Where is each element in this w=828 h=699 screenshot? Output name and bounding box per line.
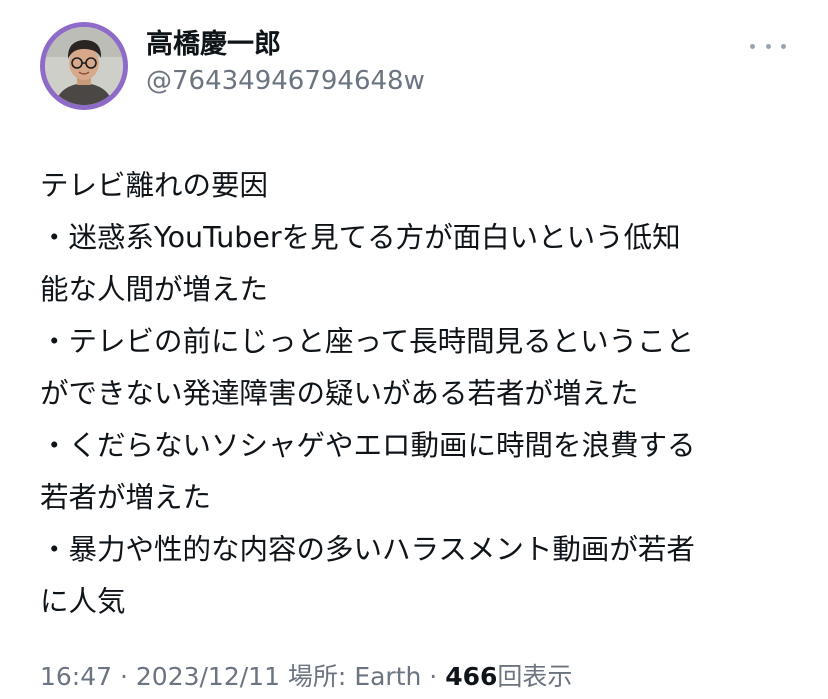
tweet-text-line: ・暴力や性的な内容の多いハラスメント動画が若者: [40, 533, 695, 566]
views-label: 回表示: [497, 662, 573, 691]
meta-separator: ·: [112, 662, 136, 691]
more-horizontal-icon: [750, 43, 755, 49]
more-horizontal-icon-dot-2: [765, 43, 771, 49]
tweet-text-line: テレビ離れの要因: [40, 169, 269, 202]
avatar[interactable]: [40, 22, 128, 110]
views-count[interactable]: 466: [445, 662, 497, 691]
location-label: 場所:: [279, 662, 355, 691]
tweet-text-line: ・くだらないソシャゲやエロ動画に時間を浪費する: [40, 429, 696, 462]
tweet-date[interactable]: 2023/12/11: [136, 662, 280, 691]
tweet-text-line: 若者が増えた: [40, 481, 212, 514]
tweet-text-line: 能な人間が増えた: [40, 273, 269, 306]
meta-separator: ·: [421, 662, 446, 691]
author-info: 高橋慶一郎 @76434946794648w: [146, 28, 425, 98]
tweet-text-line: ができない発達障害の疑いがある若者が増えた: [40, 377, 639, 410]
person-silhouette-icon: [45, 27, 123, 105]
tweet-header: 高橋慶一郎 @76434946794648w: [40, 22, 790, 112]
tweet-text-line: に人気: [40, 585, 126, 618]
user-handle[interactable]: @76434946794648w: [146, 64, 425, 98]
tweet-location: Earth: [354, 662, 422, 691]
avatar-photo: [45, 27, 123, 105]
tweet-text-line: ・迷惑系YouTuberを見てる方が面白いという低知: [40, 221, 681, 254]
tweet-text-line: ・テレビの前にじっと座って長時間見るということ: [40, 325, 695, 358]
display-name[interactable]: 高橋慶一郎: [146, 28, 425, 62]
tweet-text: テレビ離れの要因 ・迷惑系YouTuberを見てる方が面白いという低知 能な人間…: [40, 160, 790, 628]
more-horizontal-icon-dot-3: [781, 43, 786, 49]
tweet-time[interactable]: 16:47: [40, 662, 112, 691]
tweet-metadata: 16:47 · 2023/12/11 場所: Earth · 466回表示: [40, 660, 572, 694]
more-options-button[interactable]: [750, 36, 786, 56]
